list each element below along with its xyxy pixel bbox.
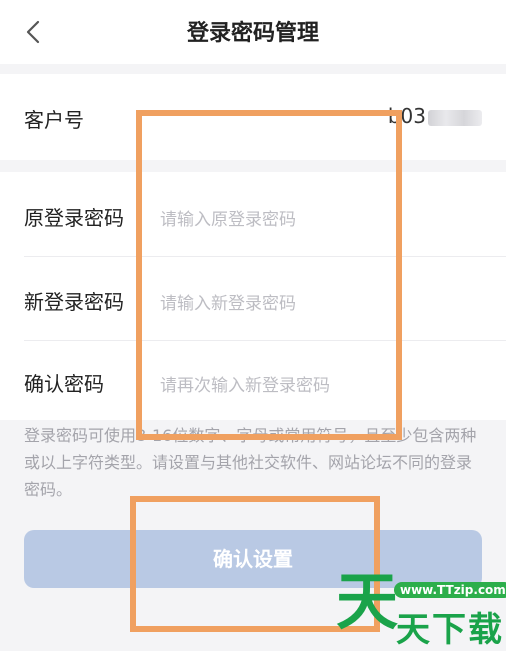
new-password-label: 新登录密码: [24, 290, 124, 314]
watermark-url: www.TTzip.com: [394, 582, 506, 598]
confirm-password-label: 确认密码: [24, 372, 104, 396]
watermark-text: 天下载: [396, 610, 504, 650]
highlight-box-inputs: [136, 110, 402, 440]
old-password-label: 原登录密码: [24, 206, 124, 230]
masked-value: [428, 109, 482, 126]
nav-bar: 登录密码管理: [0, 0, 506, 64]
watermark-big-char: 天: [336, 565, 399, 638]
account-label: 客户号: [24, 108, 84, 132]
watermark-logo: 天 www.TTzip.com 天下载: [330, 565, 506, 650]
page-title: 登录密码管理: [186, 21, 319, 46]
